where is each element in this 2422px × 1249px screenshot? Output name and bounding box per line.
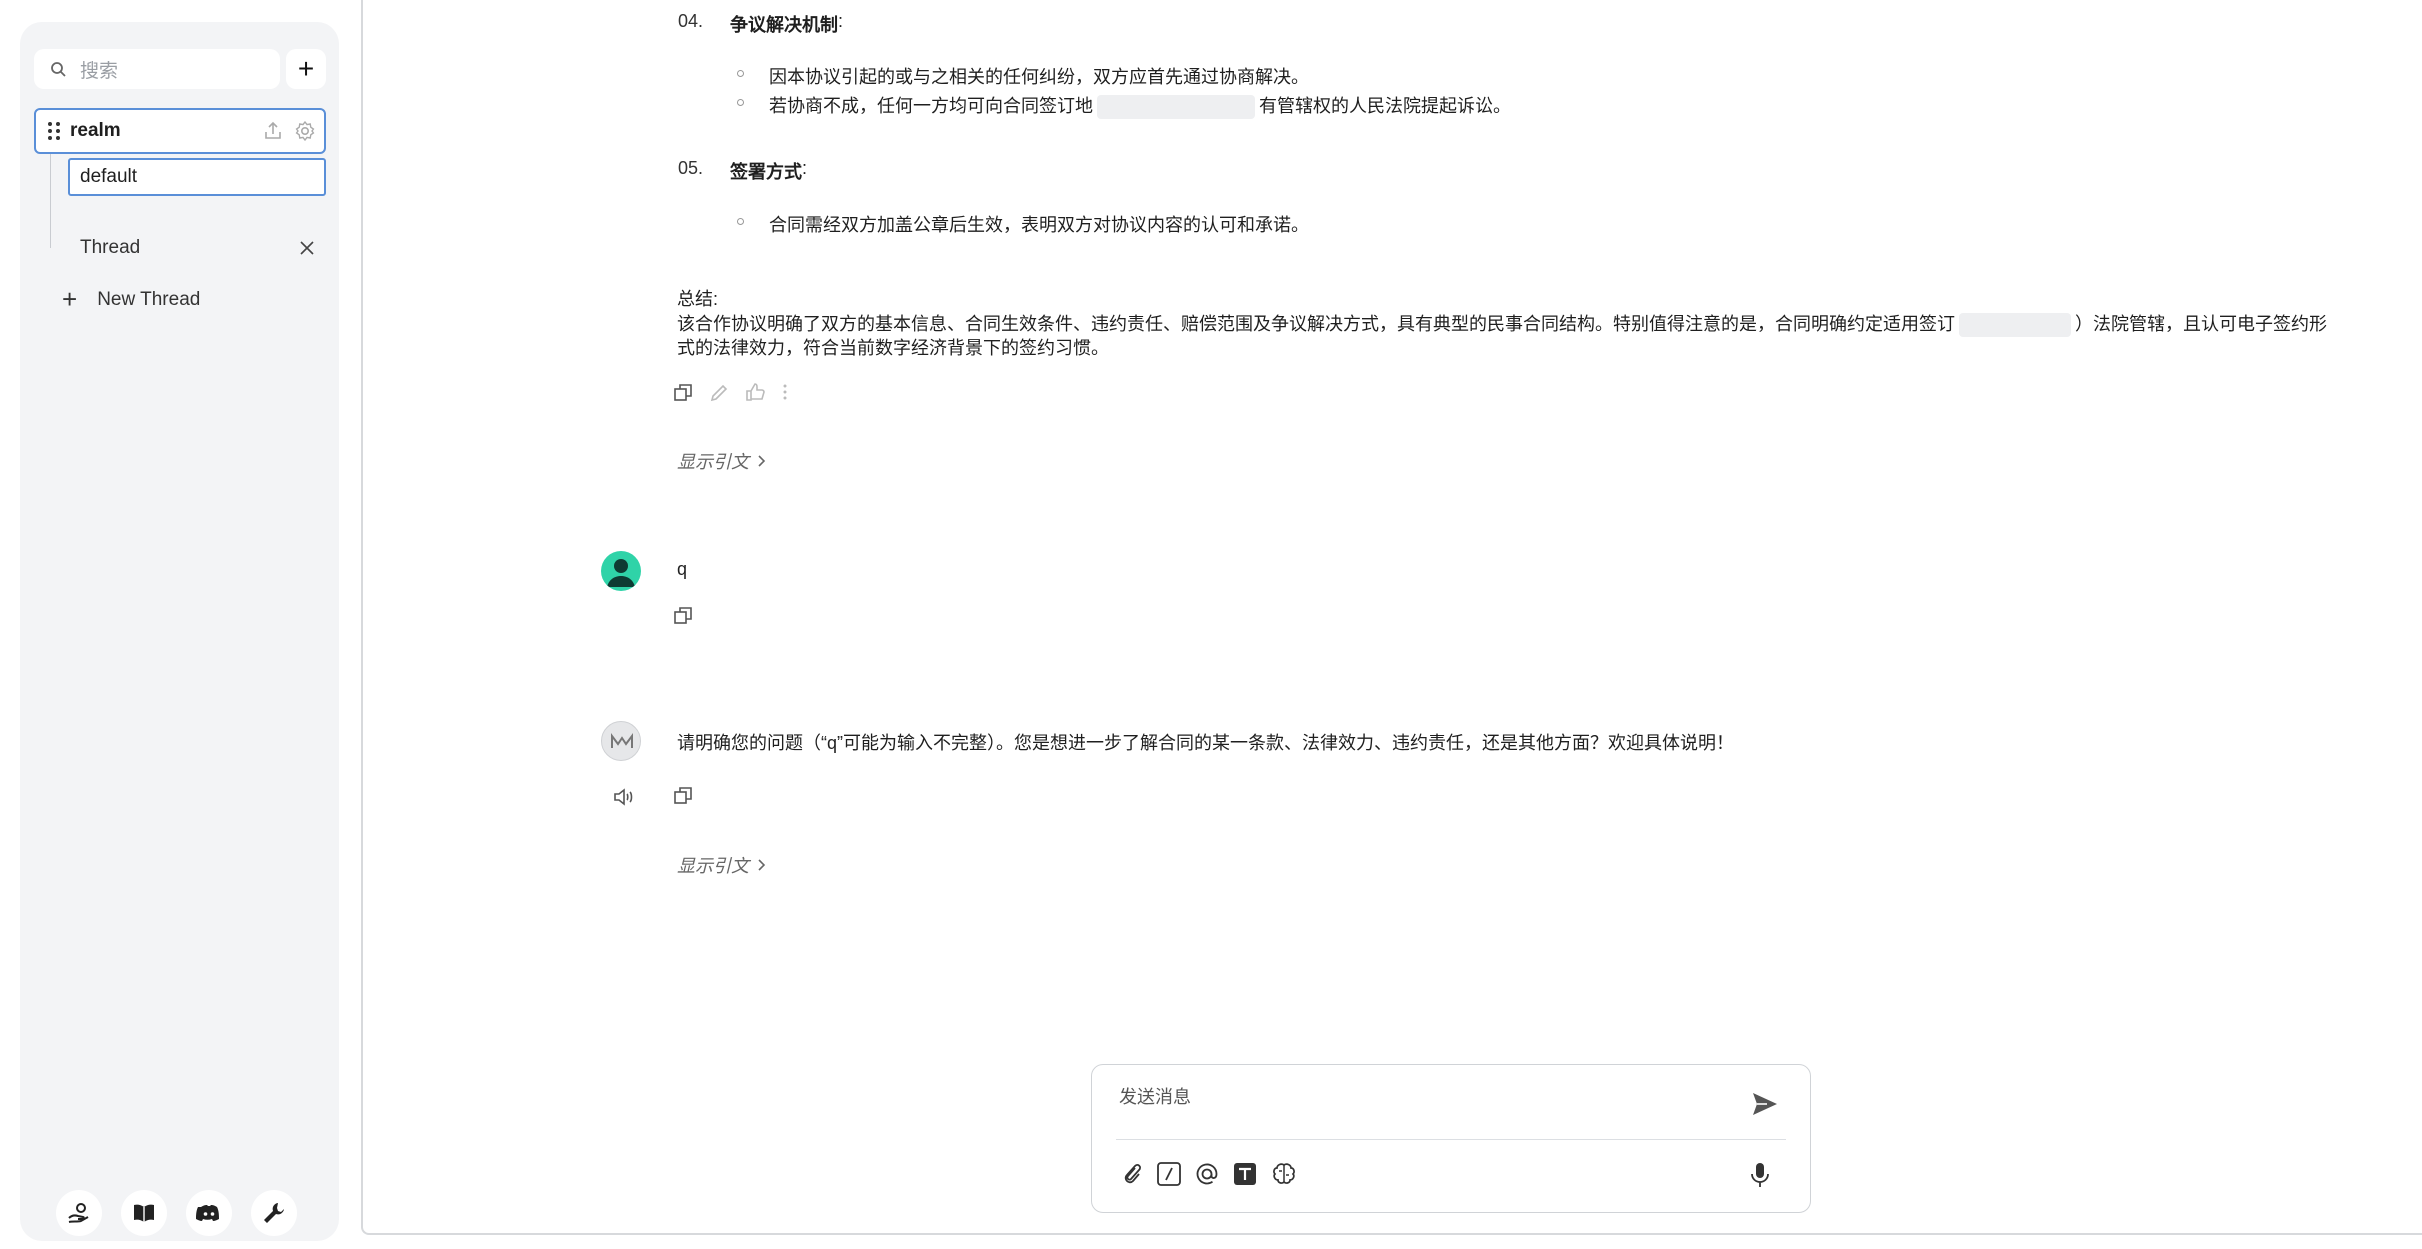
redacted-text	[1097, 95, 1255, 120]
slash-command-icon[interactable]	[1156, 1161, 1182, 1187]
bullet-04-2-after: 有管辖权的人民法院提起诉讼。	[1259, 96, 1511, 116]
sidebar: 搜索 + realm default Thread + New Thread	[20, 22, 339, 1241]
chevron-right-icon	[757, 858, 767, 872]
assistant-message-text: 请明确您的问题（“q”可能为输入不完整）。您是想进一步了解合同的某一条款、法律效…	[677, 733, 1734, 753]
bullet-marker	[737, 218, 744, 225]
bullet-04-1: 因本协议引起的或与之相关的任何纠纷，双方应首先通过协商解决。	[769, 67, 1309, 87]
thumbs-up-icon[interactable]	[744, 381, 766, 403]
search-placeholder: 搜索	[80, 60, 119, 82]
show-citation-button[interactable]: 显示引文	[677, 852, 767, 878]
message-input[interactable]: 发送消息	[1119, 1083, 1191, 1109]
bullet-04-2-before: 若协商不成，任何一方均可向合同签订地	[769, 96, 1093, 116]
thread-item-default[interactable]: default	[68, 158, 326, 196]
section-colon-04: :	[838, 11, 844, 31]
summary-line-1-after: ）法院管辖，且认可电子签约形	[2075, 314, 2327, 334]
show-citation-button[interactable]: 显示引文	[677, 448, 767, 474]
thread-label: Thread	[80, 237, 141, 258]
brain-icon[interactable]	[1270, 1161, 1298, 1187]
microphone-icon[interactable]	[1750, 1161, 1770, 1189]
sidebar-footer	[56, 1190, 297, 1236]
thread-item-thread[interactable]: Thread	[68, 232, 326, 264]
bullet-marker	[737, 99, 744, 106]
copy-icon[interactable]	[672, 382, 694, 404]
realm-name: realm	[70, 120, 121, 141]
composer-toolbar	[1120, 1161, 1298, 1187]
add-realm-button[interactable]: +	[286, 49, 326, 89]
gear-icon[interactable]	[294, 120, 316, 142]
summary-label: 总结:	[677, 289, 719, 309]
hand-coin-icon[interactable]	[56, 1190, 102, 1236]
composer-divider	[1116, 1139, 1786, 1140]
user-message-text: q	[677, 559, 688, 579]
summary-line-1-before: 该合作协议明确了双方的基本信息、合同生效条件、违约责任、赔偿范围及争议解决方式，…	[677, 314, 1955, 334]
search-icon	[50, 61, 66, 77]
show-citation-label: 显示引文	[677, 452, 749, 472]
tree-connector	[50, 154, 66, 248]
section-title-05: 签署方式	[730, 162, 802, 182]
section-colon-05: :	[802, 158, 808, 178]
edit-icon[interactable]	[708, 382, 730, 404]
section-number-04: 04.	[678, 11, 704, 31]
more-vertical-icon[interactable]	[781, 381, 789, 403]
message-composer: 发送消息	[1091, 1064, 1811, 1213]
show-citation-label: 显示引文	[677, 856, 749, 876]
copy-icon[interactable]	[672, 605, 694, 627]
bullet-04-2: 若协商不成，任何一方均可向合同签订地 有管辖权的人民法院提起诉讼。	[769, 92, 1511, 120]
chevron-right-icon	[757, 454, 767, 468]
at-mention-icon[interactable]	[1194, 1161, 1220, 1187]
plus-icon: +	[297, 53, 315, 84]
new-thread-button[interactable]: + New Thread	[62, 284, 200, 315]
send-icon[interactable]	[1750, 1089, 1780, 1119]
section-title-04: 争议解决机制	[730, 15, 838, 35]
redacted-text	[1959, 313, 2071, 338]
copy-icon[interactable]	[672, 785, 694, 807]
book-icon[interactable]	[121, 1190, 167, 1236]
share-icon[interactable]	[262, 120, 284, 142]
summary-line-2: 式的法律效力，符合当前数字经济背景下的签约习惯。	[677, 338, 1109, 358]
realm-item[interactable]: realm	[34, 108, 326, 154]
bullet-marker	[737, 70, 744, 77]
user-avatar	[601, 551, 641, 591]
thread-label-default: default	[80, 166, 138, 187]
wrench-icon[interactable]	[251, 1190, 297, 1236]
paperclip-icon[interactable]	[1120, 1161, 1144, 1187]
new-thread-label: New Thread	[97, 288, 201, 310]
search-input[interactable]: 搜索	[34, 49, 280, 89]
discord-icon[interactable]	[186, 1190, 232, 1236]
section-number-05: 05.	[678, 158, 704, 178]
speaker-icon[interactable]	[612, 786, 636, 808]
bullet-05-1: 合同需经双方加盖公章后生效，表明双方对协议内容的认可和承诺。	[769, 215, 1309, 235]
chat-area	[361, 0, 2422, 1235]
text-format-icon[interactable]	[1232, 1161, 1258, 1187]
close-icon[interactable]	[298, 239, 316, 257]
drag-handle-icon[interactable]	[48, 122, 60, 140]
assistant-avatar	[601, 721, 641, 761]
plus-icon: +	[62, 284, 78, 314]
